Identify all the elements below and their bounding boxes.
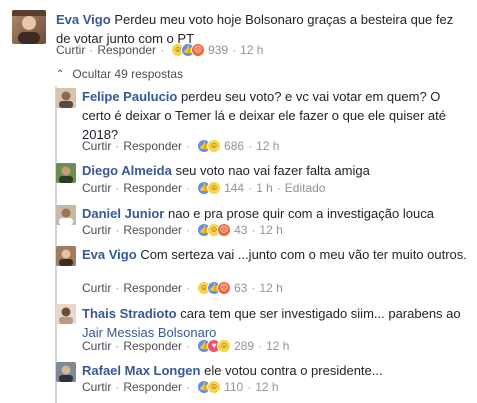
angry-icon: ☹ [191, 43, 206, 57]
comment-author[interactable]: Daniel Junior [82, 206, 164, 221]
comment-author[interactable]: Diego Almeida [82, 163, 172, 178]
avatar[interactable] [56, 163, 76, 183]
comment-text: Com serteza vai ...junto com o meu vão t… [140, 247, 467, 262]
avatar[interactable] [56, 246, 76, 266]
reaction-count[interactable]: 110 [224, 380, 243, 394]
reactions[interactable]: 👍 ♥ ☺ [197, 339, 232, 353]
timestamp[interactable]: 12 h [255, 380, 278, 394]
reply-button[interactable]: Responder [123, 181, 182, 195]
profile-photo-icon [56, 88, 76, 108]
avatar[interactable] [56, 88, 76, 108]
reaction-count[interactable]: 63 [234, 281, 247, 295]
reaction-count[interactable]: 939 [208, 43, 228, 57]
reactions[interactable]: 👍 ☺ [197, 139, 222, 153]
reactions[interactable]: 👍 ☺ ☹ [197, 223, 232, 237]
like-button[interactable]: Curtir [56, 43, 85, 57]
comment-author[interactable]: Thais Stradioto [82, 306, 177, 321]
comment-text: cara tem que ser investigado siim... par… [180, 306, 461, 321]
angry-icon: ☹ [217, 223, 232, 237]
reactions[interactable]: ☺ 👍 ☹ [197, 281, 232, 295]
haha-icon: ☺ [207, 139, 222, 153]
comment-author[interactable]: Eva Vigo [56, 12, 111, 27]
reaction-count[interactable]: 289 [234, 339, 254, 353]
reply-button[interactable]: Responder [123, 339, 182, 353]
comment-author[interactable]: Felipe Paulucio [82, 89, 177, 104]
comment-actions: Curtir · Responder · 👍 ☺ ☹ 43 · 12 h [82, 223, 283, 237]
reply-button[interactable]: Responder [123, 139, 182, 153]
reactions[interactable]: 👍 ☺ [197, 181, 222, 195]
edited-label[interactable]: Editado [285, 181, 326, 195]
like-button[interactable]: Curtir [82, 181, 111, 195]
reply-button[interactable]: Responder [123, 281, 182, 295]
comment-actions: Curtir · Responder · 👍 ☺ 686 · 12 h [82, 139, 280, 153]
reply-comment: Eva Vigo Com serteza vai ...junto com o … [82, 245, 467, 264]
haha-icon: ☺ [217, 339, 232, 353]
timestamp[interactable]: 1 h [256, 181, 273, 195]
reply-comment: Diego Almeida seu voto nao vai fazer fal… [82, 162, 467, 179]
reply-button[interactable]: Responder [97, 43, 156, 57]
timestamp[interactable]: 12 h [240, 43, 263, 57]
profile-photo-icon [56, 246, 76, 266]
reply-button[interactable]: Responder [123, 380, 182, 394]
reply-comment: Rafael Max Longen ele votou contra o pre… [82, 362, 467, 379]
comment-author[interactable]: Eva Vigo [82, 247, 137, 262]
mention-link[interactable]: Jair Messias Bolsonaro [82, 325, 216, 340]
comment-actions: Curtir · Responder · ☺ 👍 ☹ 939 · 12 h [56, 43, 264, 57]
hide-replies-toggle[interactable]: ⌃ Ocultar 49 respostas [56, 67, 183, 81]
haha-icon: ☺ [207, 181, 222, 195]
profile-photo-icon [56, 163, 76, 183]
angry-icon: ☹ [217, 281, 232, 295]
reaction-count[interactable]: 144 [224, 181, 244, 195]
comment-actions: Curtir · Responder · 👍 ☺ 144 · 1 h · Edi… [82, 181, 326, 195]
comment-text: nao e pra prose quir com a investigação … [167, 206, 434, 221]
like-button[interactable]: Curtir [82, 339, 111, 353]
like-button[interactable]: Curtir [82, 380, 111, 394]
comment-text: ele votou contra o presidente... [204, 363, 383, 378]
hide-replies-label: Ocultar 49 respostas [72, 67, 184, 81]
avatar[interactable] [56, 205, 76, 225]
comment-author[interactable]: Rafael Max Longen [82, 363, 200, 378]
avatar[interactable] [56, 362, 76, 382]
timestamp[interactable]: 12 h [266, 339, 289, 353]
comment-actions: Curtir · Responder · ☺ 👍 ☹ 63 · 12 h [82, 281, 283, 295]
timestamp[interactable]: 12 h [259, 223, 282, 237]
like-button[interactable]: Curtir [82, 139, 111, 153]
comment-actions: Curtir · Responder · 👍 ☺ 110 · 12 h [82, 380, 279, 394]
chevron-up-icon: ⌃ [56, 68, 65, 80]
like-button[interactable]: Curtir [82, 281, 111, 295]
reactions[interactable]: ☺ 👍 ☹ [171, 43, 206, 57]
reply-button[interactable]: Responder [123, 223, 182, 237]
reply-comment: Felipe Paulucio perdeu seu voto? e vc va… [82, 87, 467, 144]
reaction-count[interactable]: 686 [224, 139, 244, 153]
profile-photo-icon [56, 205, 76, 225]
avatar[interactable] [12, 10, 46, 44]
reply-comment: Thais Stradioto cara tem que ser investi… [82, 304, 467, 342]
thread-line [55, 86, 57, 403]
profile-photo-icon [56, 304, 76, 324]
reaction-count[interactable]: 43 [234, 223, 247, 237]
timestamp[interactable]: 12 h [259, 281, 282, 295]
comment-actions: Curtir · Responder · 👍 ♥ ☺ 289 · 12 h [82, 339, 290, 353]
profile-photo-icon [56, 362, 76, 382]
reply-comment: Daniel Junior nao e pra prose quir com a… [82, 205, 467, 222]
profile-photo-icon [12, 10, 46, 44]
reactions[interactable]: 👍 ☺ [197, 380, 222, 394]
comment-text: seu voto nao vai fazer falta amiga [175, 163, 370, 178]
like-button[interactable]: Curtir [82, 223, 111, 237]
comment-text: Perdeu meu voto hoje Bolsonaro graças a … [56, 12, 454, 46]
avatar[interactable] [56, 304, 76, 324]
timestamp[interactable]: 12 h [256, 139, 279, 153]
haha-icon: ☺ [207, 380, 222, 394]
